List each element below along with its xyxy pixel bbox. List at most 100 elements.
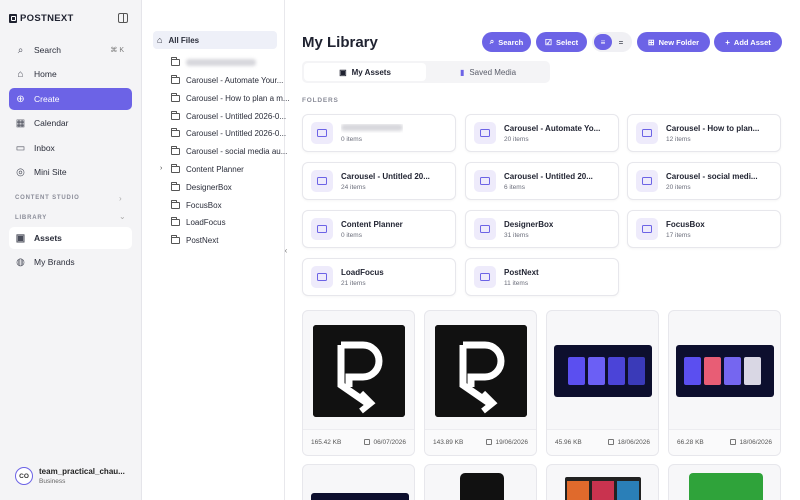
view-toggle[interactable]: ≡ = [592,32,632,52]
tree-root-all-files[interactable]: ⌂ All Files [153,31,277,49]
folder-icon [171,127,180,137]
folder-tree: ⌂ All Files Carousel - Automate Your... … [143,0,290,500]
folder-card[interactable]: Carousel - Automate Yo... 20 items [465,114,619,152]
asset-meta: 66.28 KB 18/06/2026 [669,429,780,455]
folder-card[interactable]: 0 items [302,114,456,152]
asset-card[interactable]: 143.89 KB 19/06/2026 [424,310,537,456]
grid-view-icon[interactable]: ≡ [594,34,612,50]
folder-icon [636,170,658,192]
folder-icon [171,181,180,191]
folder-icon [474,266,496,288]
folder-icon [171,145,180,155]
tree-item[interactable]: DesignerBox [171,178,295,196]
add-asset-button[interactable]: + Add Asset [714,32,782,52]
search-button[interactable]: ⌕ Search [482,32,531,52]
sidebar-toggle-icon[interactable] [118,13,128,23]
tree-item[interactable]: PostNext [171,231,295,249]
section-content-studio[interactable]: CONTENT STUDIO [15,195,80,201]
asset-thumbnail [689,473,763,500]
sidebar-item-create[interactable]: ⊕ Create [9,88,132,110]
asset-card[interactable] [668,464,781,500]
sidebar-search[interactable]: ⌕ Search ⌘ K [9,39,132,61]
chevron-right-icon[interactable]: › [119,194,122,203]
folder-card[interactable]: Content Planner 0 items [302,210,456,248]
asset-thumbnail [303,311,414,431]
select-button[interactable]: ☑ Select [536,32,587,52]
folder-icon [311,122,333,144]
tree-item[interactable]: FocusBox [171,196,295,214]
chevron-down-icon[interactable]: ⌄ [119,212,126,221]
tree-item[interactable]: Carousel - social media au... [171,142,295,160]
folder-icon [171,56,180,66]
asset-card[interactable]: 165.42 KB 06/07/2026 [302,310,415,456]
search-icon: ⌕ [17,44,24,56]
folder-card[interactable]: Carousel - social medi... 20 items [627,162,781,200]
home-icon: ⌂ [157,35,163,45]
sidebar-item-mini-site[interactable]: ◎ Mini Site [9,161,132,183]
folder-card[interactable]: FocusBox 17 items [627,210,781,248]
chevron-left-icon[interactable]: ‹ [281,244,291,256]
tree-item[interactable]: Carousel - How to plan a m... [171,89,295,107]
calendar-icon: ▦ [15,117,26,129]
asset-card[interactable]: 45.96 KB 18/06/2026 [546,310,659,456]
tree-item[interactable]: Content Planner [171,160,295,178]
user-menu[interactable]: CO team_practical_chau... Business [15,467,125,485]
sidebar-item-calendar[interactable]: ▦ Calendar [9,112,132,134]
asset-card[interactable]: 66.28 KB 18/06/2026 [668,310,781,456]
new-folder-button[interactable]: ⊞ New Folder [637,32,710,52]
assets-icon: ▣ [15,232,26,244]
tree-item[interactable]: Carousel - Untitled 2026-0... [171,107,295,125]
home-icon: ⌂ [17,68,24,80]
tab-saved-media[interactable]: ▮ Saved Media [428,63,548,81]
file-size: 165.42 KB [311,439,342,446]
asset-thumbnail [425,311,536,431]
postnext-logo-image [434,325,527,417]
folder-icon [171,74,180,84]
sidebar-item-assets[interactable]: ▣ Assets [9,227,132,249]
calendar-icon [608,439,615,445]
folder-icon [636,122,658,144]
sidebar-item-my-brands[interactable]: ◍ My Brands [9,251,132,273]
folder-icon [474,122,496,144]
palette-icon: ◍ [16,256,25,268]
asset-card[interactable] [424,464,537,500]
tree-item[interactable]: Carousel - Untitled 2026-0... [171,124,295,142]
folder-icon [171,92,180,102]
asset-thumbnail [547,311,658,431]
asset-thumbnail [460,473,504,500]
tab-my-assets[interactable]: ▣ My Assets [304,63,426,81]
calendar-icon [364,439,371,445]
sidebar-item-inbox[interactable]: ▭ Inbox [9,137,132,159]
folder-card[interactable]: LoadFocus 21 items [302,258,456,296]
file-date: 18/06/2026 [608,439,650,446]
list-view-icon[interactable]: = [612,34,630,50]
folder-plus-icon: ⊞ [647,37,655,47]
folder-icon [171,110,180,120]
globe-icon: ◎ [16,166,25,178]
tree-item[interactable] [171,53,295,71]
asset-thumbnail [311,493,409,500]
tree-item[interactable]: Carousel - Automate Your... [171,71,295,89]
folder-icon [311,170,333,192]
folder-icon [171,199,180,209]
postnext-logo-image [312,325,405,417]
folder-card[interactable]: Carousel - Untitled 20... 24 items [302,162,456,200]
folder-card[interactable]: PostNext 11 items [465,258,619,296]
asset-card[interactable] [546,464,659,500]
calendar-icon [730,439,737,445]
chevron-right-icon[interactable]: › [160,165,162,172]
sidebar-item-home[interactable]: ⌂ Home [9,63,132,85]
slide-preview-image [553,345,652,397]
brand-logo[interactable]: POSTNEXT [9,13,74,24]
file-date: 06/07/2026 [364,439,406,446]
folder-card[interactable]: Carousel - Untitled 20... 6 items [465,162,619,200]
bookmark-icon: ▮ [459,67,465,77]
asset-thumbnail [669,311,780,431]
tree-item[interactable]: LoadFocus [171,213,295,231]
section-library[interactable]: LIBRARY [15,215,47,221]
asset-thumbnail [565,477,641,500]
asset-card[interactable] [302,464,415,500]
folder-card[interactable]: Carousel - How to plan... 12 items [627,114,781,152]
shortcut-hint: ⌘ K [110,47,124,54]
folder-card[interactable]: DesignerBox 31 items [465,210,619,248]
